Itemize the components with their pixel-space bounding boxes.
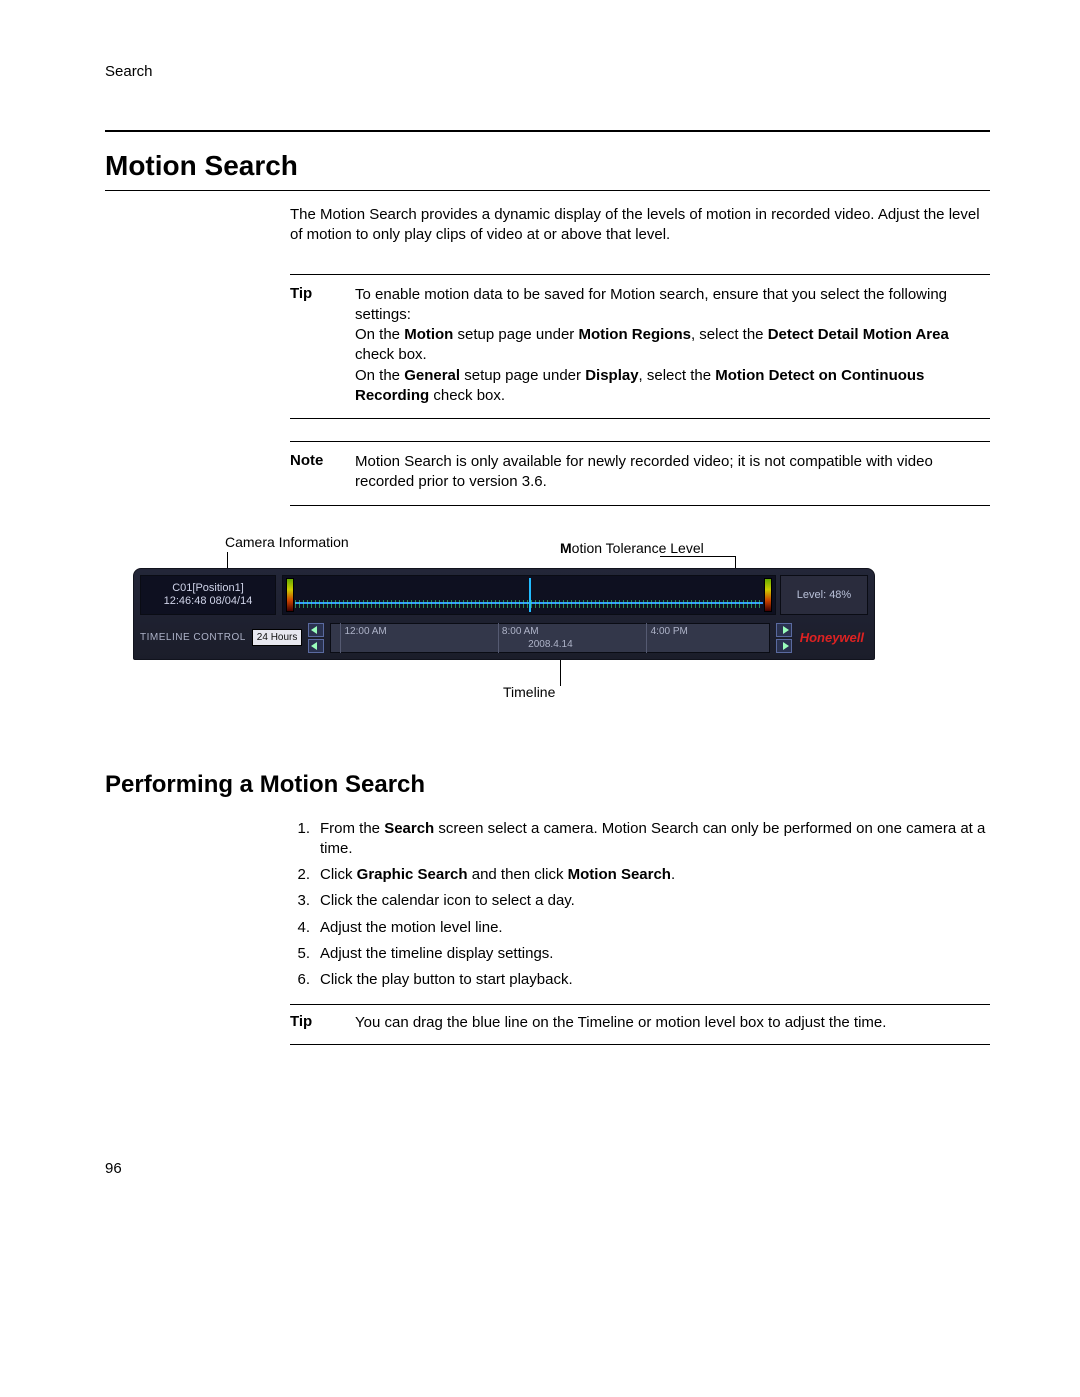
step-text: From the Search screen select a camera. … [320,819,990,860]
list-item: 1. From the Search screen select a camer… [290,819,990,860]
step-number: 2. [290,865,320,885]
tip-body: You can drag the blue line on the Timeli… [355,1013,990,1033]
toolbar-top-row: C01[Position1] 12:46:48 08/04/14 Level: … [134,569,874,617]
motion-search-toolbar: C01[Position1] 12:46:48 08/04/14 Level: … [133,568,875,660]
tip-body: To enable motion data to be saved for Mo… [355,285,990,407]
step-number: 6. [290,970,320,990]
document-page: Search Motion Search The Motion Search p… [0,0,1080,1397]
figure-callout-motion-level: Motion Tolerance Level [560,540,704,556]
step-text: Click the calendar icon to select a day. [320,891,575,911]
figure-leader-line [227,552,228,568]
intro-paragraph: The Motion Search provides a dynamic dis… [290,205,990,246]
figure-callout-timeline: Timeline [503,684,555,700]
timeline-nav-next-group [776,623,792,653]
motion-scale-right-icon [764,578,772,612]
tip-label: Tip [290,1013,355,1033]
subsection-title: Performing a Motion Search [105,771,990,799]
list-item: 2. Click Graphic Search and then click M… [290,865,990,885]
motion-level-track[interactable] [282,575,776,615]
timeline[interactable]: 12:00 AM 8:00 AM 4:00 PM 2008.4.14 [330,623,769,653]
step-number: 3. [290,891,320,911]
breadcrumb: Search [105,0,990,80]
toolbar-bottom-row: TIMELINE CONTROL 24 Hours 12:00 AM 8:00 … [134,617,874,659]
step-text: Click Graphic Search and then click Moti… [320,865,675,885]
list-item: 6. Click the play button to start playba… [290,970,990,990]
note-callout: Note Motion Search is only available for… [290,441,990,506]
timeline-date-label: 2008.4.14 [528,639,573,650]
timeline-tick-label: 8:00 AM [502,626,539,637]
section-rule-top [105,130,990,132]
list-item: 3. Click the calendar icon to select a d… [290,891,990,911]
section-title: Motion Search [105,150,990,182]
figure-motion-search-ui: Camera Information Motion Tolerance Leve… [105,534,990,729]
step-text: Click the play button to start playback. [320,970,573,990]
steps-list: 1. From the Search screen select a camer… [290,819,990,991]
timeline-prev-button[interactable] [308,623,324,637]
list-item: 5. Adjust the timeline display settings. [290,944,990,964]
figure-leader-line [660,556,735,557]
tip-callout-2: Tip You can drag the blue line on the Ti… [290,1004,990,1044]
tip-label: Tip [290,285,355,407]
tip-line3: On the General setup page under Display,… [355,366,990,407]
list-item: 4. Adjust the motion level line. [290,918,990,938]
timeline-range-select[interactable]: 24 Hours [252,629,303,646]
timeline-next-button[interactable] [776,623,792,637]
timeline-control-label: TIMELINE CONTROL [140,632,246,643]
tip-callout: Tip To enable motion data to be saved fo… [290,274,990,420]
camera-info-box[interactable]: C01[Position1] 12:46:48 08/04/14 [140,575,276,615]
page-number: 96 [105,1160,122,1177]
section-rule-under [105,190,990,191]
step-number: 1. [290,819,320,860]
motion-level-readout: Level: 48% [780,575,868,615]
timeline-tick-label: 12:00 AM [344,626,386,637]
note-label: Note [290,452,355,493]
timeline-tick-label: 4:00 PM [651,626,688,637]
figure-callout-camera-info: Camera Information [225,534,349,550]
timeline-rewind-button[interactable] [308,639,324,653]
camera-id: C01[Position1] [141,582,275,594]
camera-timestamp: 12:46:48 08/04/14 [141,595,275,607]
figure-leader-line [560,660,561,686]
note-body: Motion Search is only available for newl… [355,452,990,493]
motion-waveform [295,600,763,608]
brand-logo: Honeywell [798,630,868,645]
step-number: 5. [290,944,320,964]
step-text: Adjust the motion level line. [320,918,503,938]
motion-scale-left-icon [286,578,294,612]
step-number: 4. [290,918,320,938]
timeline-forward-button[interactable] [776,639,792,653]
tip-line2: On the Motion setup page under Motion Re… [355,325,990,366]
step-text: Adjust the timeline display settings. [320,944,553,964]
timeline-nav-prev-group [308,623,324,653]
tip-line1: To enable motion data to be saved for Mo… [355,285,990,326]
